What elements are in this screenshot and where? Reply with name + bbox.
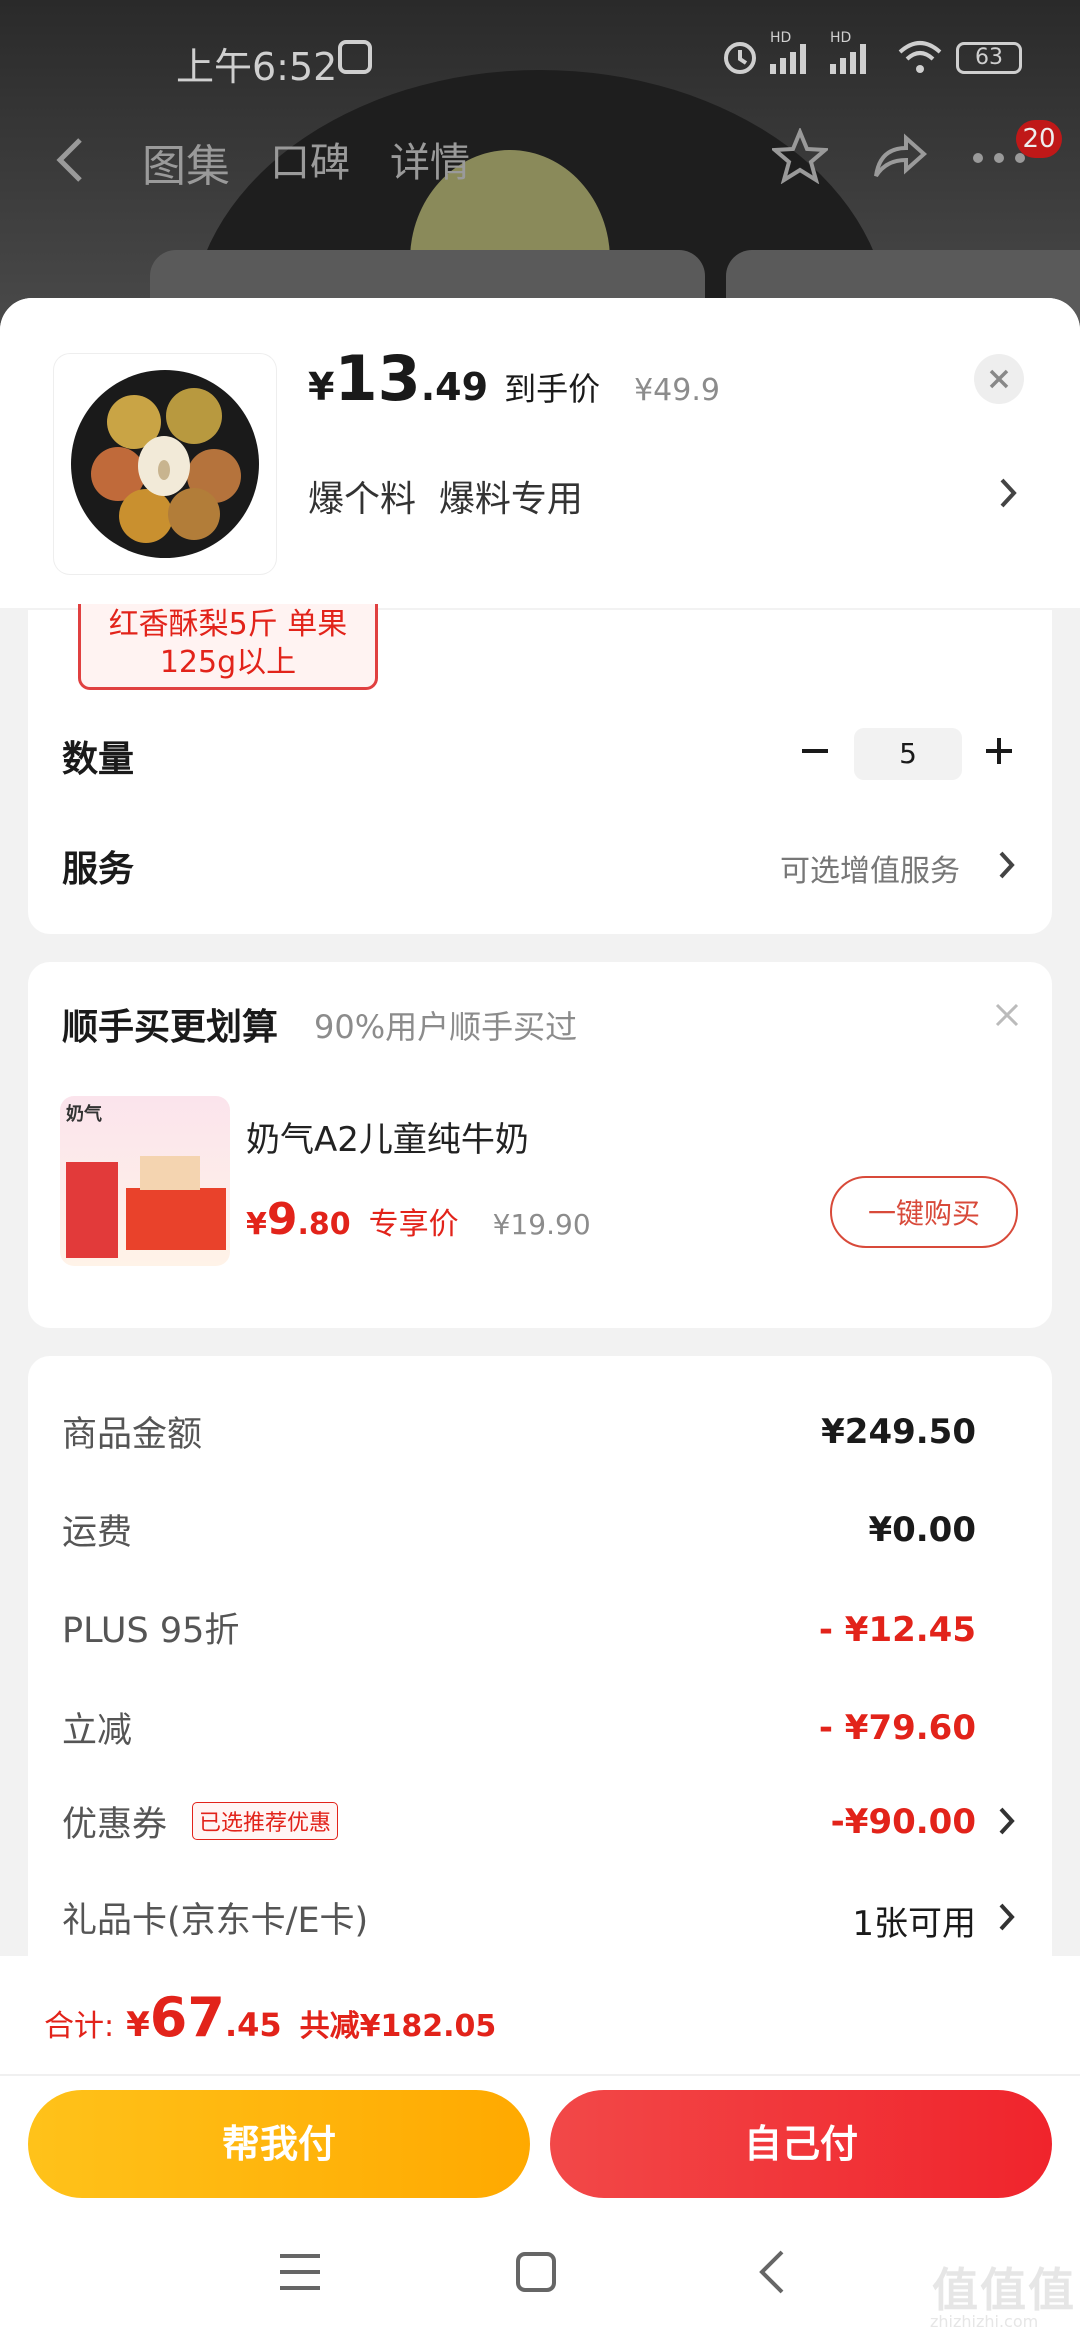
chevron-right-icon[interactable] (998, 850, 1016, 880)
cart-badge: 20 (1016, 120, 1062, 158)
service-label: 服务 (62, 849, 135, 890)
summary-row-label: PLUS 95折 (62, 1611, 240, 1651)
addon-price-decimal: .80 (297, 1207, 351, 1242)
summary-row-label: 运费 (62, 1513, 133, 1553)
close-button[interactable] (974, 354, 1024, 404)
share-icon[interactable] (872, 132, 928, 182)
summary-row-label: 立减 (62, 1711, 133, 1751)
original-price: ¥49.9 (634, 373, 720, 408)
price-label: 到手价 (504, 370, 601, 408)
status-time: 上午6:52 (176, 45, 338, 89)
one-click-buy-button[interactable]: 一键购买 (830, 1176, 1018, 1248)
minus-button[interactable] (800, 736, 830, 766)
home-icon[interactable] (514, 2250, 558, 2294)
summary-row-value[interactable]: -¥90.00 (831, 1802, 976, 1842)
product-thumbnail (54, 354, 276, 574)
summary-row-label: 礼品卡(京东卡/E卡) (62, 1901, 369, 1941)
summary-row-value: - ¥79.60 (818, 1708, 976, 1748)
watermark-url: zhizhizhi.com (930, 2312, 1039, 2331)
coupon-tag: 已选推荐优惠 (192, 1802, 339, 1840)
total-savings: 共减¥182.05 (299, 2009, 497, 2044)
price-decimal: .49 (420, 365, 489, 409)
wifi-icon (896, 38, 944, 76)
addon-thumb-brand: 奶气 (66, 1104, 102, 1125)
milk-box (140, 1156, 200, 1190)
back-icon[interactable] (52, 136, 88, 184)
plus-button[interactable] (984, 736, 1014, 766)
signal-hd-label: HD (830, 30, 852, 46)
summary-row-value: ¥0.00 (868, 1510, 976, 1550)
chevron-right-icon[interactable] (998, 1806, 1016, 1836)
total-label: 合计: (44, 2009, 115, 2044)
addon-thumbnail: 奶气 (60, 1096, 230, 1266)
addon-price-integer: 9 (266, 1194, 298, 1245)
favorite-icon[interactable] (772, 128, 828, 184)
more-icon[interactable] (972, 150, 1026, 166)
spec-chip-selected[interactable]: 红香酥梨5斤 单果125g以上 (78, 604, 378, 690)
signal-hd-label: HD (770, 30, 792, 46)
price-integer: 13 (334, 342, 421, 415)
watermark-logo: 值值值 (932, 2263, 1076, 2317)
total-integer: 67 (149, 1986, 225, 2049)
addon-price-label: 专享价 (368, 1207, 459, 1242)
summary-row-label: 优惠券 (62, 1805, 168, 1845)
tab-details[interactable]: 详情 (390, 130, 470, 194)
summary-row-value: ¥249.50 (821, 1412, 976, 1452)
addon-item-name[interactable]: 奶气A2儿童纯牛奶 (246, 1112, 529, 1161)
total-symbol: ¥ (126, 2005, 150, 2045)
addon-original-price: ¥19.90 (492, 1208, 591, 1241)
help-me-pay-button[interactable]: 帮我付 (28, 2090, 530, 2198)
close-icon[interactable] (994, 1002, 1020, 1028)
addon-card: 顺手买更划算 90%用户顺手买过 奶气 奶气A2儿童纯牛奶 ¥ 9 .80 专享… (28, 962, 1052, 1328)
quantity-label: 数量 (62, 739, 135, 780)
chevron-right-icon[interactable] (998, 476, 1018, 510)
milk-box (126, 1188, 226, 1250)
notification-icon (338, 40, 372, 74)
back-nav-icon[interactable] (756, 2248, 788, 2296)
addon-title: 顺手买更划算 (62, 1007, 279, 1048)
alarm-icon (720, 36, 760, 76)
selected-spec[interactable]: 爆个料 爆料专用 (308, 470, 583, 522)
price-symbol: ¥ (308, 365, 335, 409)
service-hint[interactable]: 可选增值服务 (780, 846, 960, 890)
nav-tabs: 图集 口碑 详情 (142, 130, 470, 194)
spec-card: 红香酥梨5斤 单果125g以上 数量 5 服务 可选增值服务 (28, 604, 1052, 934)
divider (0, 2074, 1080, 2076)
tab-gallery[interactable]: 图集 (142, 130, 230, 194)
milk-box (66, 1162, 118, 1258)
pay-myself-button[interactable]: 自己付 (550, 2090, 1052, 2198)
quantity-input[interactable]: 5 (854, 728, 962, 780)
addon-subtitle: 90%用户顺手买过 (314, 1008, 578, 1046)
menu-icon[interactable] (278, 2252, 322, 2292)
total-decimal: .45 (224, 2006, 282, 2044)
addon-price-symbol: ¥ (246, 1207, 267, 1242)
chevron-right-icon[interactable] (998, 1902, 1016, 1932)
summary-row-label: 商品金额 (62, 1415, 203, 1455)
summary-row-value: - ¥12.45 (818, 1610, 976, 1650)
order-total: 合计: ¥ 67 .45 共减¥182.05 (44, 1986, 496, 2049)
summary-row-value[interactable]: 1张可用 (852, 1896, 976, 1945)
tab-reviews[interactable]: 口碑 (270, 130, 350, 194)
battery-icon: 63 (956, 42, 1022, 74)
addon-price: ¥ 9 .80 专享价 ¥19.90 (246, 1194, 591, 1245)
product-price: ¥ 13 .49 到手价 ¥49.9 (308, 342, 720, 415)
